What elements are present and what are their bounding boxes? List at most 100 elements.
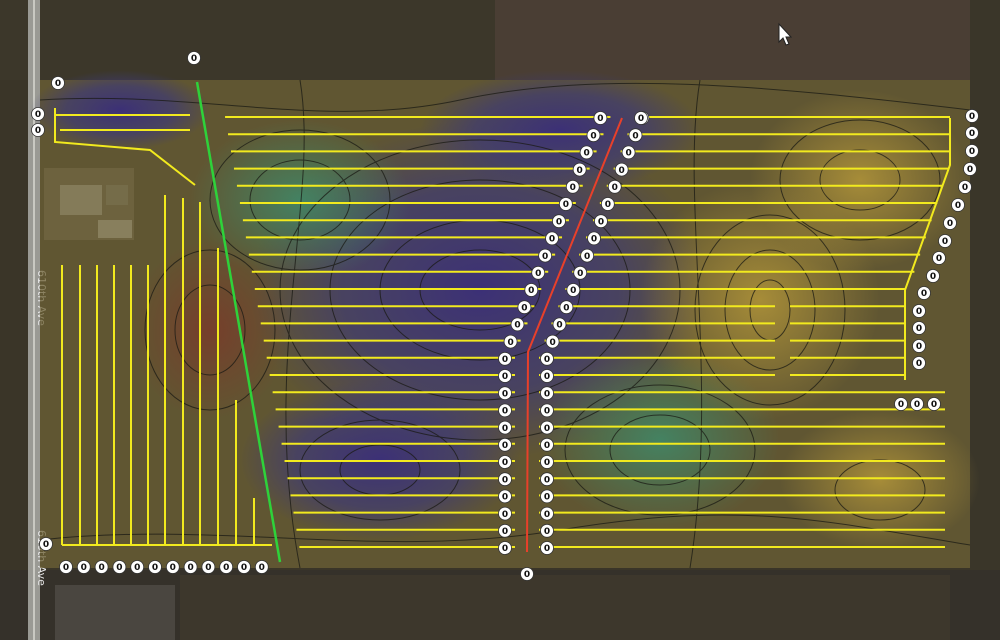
outlet-marker-icon[interactable]: 0 — [187, 51, 201, 65]
outlet-marker-icon[interactable]: 0 — [148, 560, 162, 574]
outlet-marker-icon[interactable]: 0 — [594, 214, 608, 229]
outlet-marker-icon[interactable]: 0 — [540, 420, 554, 435]
outlet-marker-icon[interactable]: 0 — [540, 472, 554, 487]
outlet-marker-icon[interactable]: 0 — [926, 269, 940, 283]
outlet-marker-icon[interactable]: 0 — [552, 214, 566, 229]
outlet-marker-icon[interactable]: 0 — [621, 145, 636, 160]
outlet-marker-icon[interactable]: 0 — [237, 560, 251, 574]
outlet-marker-label: 0 — [570, 286, 576, 296]
outlet-marker-icon[interactable]: 0 — [572, 162, 587, 177]
outlet-marker-icon[interactable]: 0 — [201, 560, 216, 574]
outlet-marker-icon[interactable]: 0 — [540, 506, 554, 521]
outlet-marker-icon[interactable]: 0 — [183, 560, 198, 574]
outlet-marker-label: 0 — [969, 147, 975, 157]
outlet-marker-icon[interactable]: 0 — [76, 560, 91, 574]
outlet-marker-icon[interactable]: 0 — [59, 560, 73, 574]
outlet-marker-icon[interactable]: 0 — [498, 489, 512, 504]
outlet-marker-icon[interactable]: 0 — [963, 162, 977, 176]
outlet-marker-icon[interactable]: 0 — [51, 76, 65, 90]
outlet-marker-icon[interactable]: 0 — [498, 506, 512, 521]
outlet-marker-icon[interactable]: 0 — [524, 283, 539, 297]
outlet-marker-icon[interactable]: 0 — [927, 397, 941, 411]
outlet-marker-icon[interactable]: 0 — [219, 560, 234, 574]
outlet-marker-icon[interactable]: 0 — [498, 455, 512, 469]
outlet-marker-icon[interactable]: 0 — [965, 144, 979, 158]
outlet-marker-icon[interactable]: 0 — [540, 455, 554, 469]
outlet-marker-icon[interactable]: 0 — [894, 397, 908, 411]
outlet-marker-icon[interactable]: 0 — [565, 179, 580, 194]
outlet-marker-icon[interactable]: 0 — [559, 300, 574, 315]
drainage-map[interactable]: 610th Ave 610th Ave — [0, 0, 1000, 640]
outlet-marker-icon[interactable]: 0 — [498, 437, 512, 452]
outlet-marker-label: 0 — [577, 166, 583, 176]
outlet-marker-icon[interactable]: 0 — [586, 128, 601, 143]
outlet-marker-icon[interactable]: 0 — [965, 109, 979, 123]
outlet-marker-icon[interactable]: 0 — [498, 472, 512, 487]
outlet-marker-icon[interactable]: 0 — [498, 386, 512, 401]
outlet-marker-label: 0 — [914, 400, 920, 410]
outlet-marker-icon[interactable]: 0 — [498, 369, 512, 383]
outlet-marker-label: 0 — [502, 458, 508, 468]
outlet-marker-label: 0 — [542, 252, 548, 262]
outlet-marker-icon[interactable]: 0 — [112, 560, 127, 574]
outlet-marker-icon[interactable]: 0 — [531, 265, 546, 280]
outlet-marker-icon[interactable]: 0 — [538, 248, 553, 263]
outlet-marker-icon[interactable]: 0 — [94, 560, 109, 574]
outlet-marker-icon[interactable]: 0 — [607, 179, 622, 194]
outlet-marker-icon[interactable]: 0 — [498, 523, 512, 538]
outlet-marker-icon[interactable]: 0 — [938, 234, 952, 248]
outlet-marker-icon[interactable]: 0 — [517, 300, 532, 315]
outlet-marker-icon[interactable]: 0 — [566, 283, 581, 297]
outlet-marker-label: 0 — [916, 307, 922, 317]
outlet-marker-icon[interactable]: 0 — [545, 231, 559, 246]
outlet-marker-icon[interactable]: 0 — [628, 128, 643, 143]
outlet-marker-icon[interactable]: 0 — [540, 403, 554, 418]
outlet-marker-icon[interactable]: 0 — [593, 111, 608, 125]
outlet-marker-icon[interactable]: 0 — [912, 356, 926, 370]
outlet-marker-icon[interactable]: 0 — [634, 111, 648, 125]
outlet-marker-icon[interactable]: 0 — [943, 216, 957, 230]
outlet-marker-icon[interactable]: 0 — [540, 437, 554, 452]
outlet-marker-icon[interactable]: 0 — [579, 145, 594, 160]
outlet-marker-icon[interactable]: 0 — [498, 403, 512, 418]
outlet-marker-icon[interactable]: 0 — [951, 198, 965, 212]
outlet-marker-icon[interactable]: 0 — [558, 197, 573, 211]
outlet-marker-icon[interactable]: 0 — [254, 560, 269, 574]
outlet-marker-icon[interactable]: 0 — [912, 339, 926, 353]
outlet-marker-icon[interactable]: 0 — [503, 334, 518, 349]
outlet-marker-icon[interactable]: 0 — [498, 420, 512, 435]
outlet-marker-icon[interactable]: 0 — [912, 321, 926, 335]
outlet-marker-icon[interactable]: 0 — [520, 567, 534, 581]
outlet-marker-icon[interactable]: 0 — [552, 317, 567, 332]
outlet-marker-icon[interactable]: 0 — [910, 397, 924, 411]
outlet-marker-icon[interactable]: 0 — [932, 251, 946, 265]
outlet-marker-icon[interactable]: 0 — [165, 560, 180, 574]
outlet-marker-icon[interactable]: 0 — [498, 541, 512, 555]
outlet-marker-icon[interactable]: 0 — [545, 334, 560, 349]
outlet-marker-icon[interactable]: 0 — [573, 265, 588, 280]
outlet-marker-icon[interactable]: 0 — [510, 317, 525, 332]
outlet-marker-icon[interactable]: 0 — [587, 231, 601, 246]
outlet-marker-icon[interactable]: 0 — [917, 286, 931, 300]
outlet-marker-icon[interactable]: 0 — [540, 541, 554, 555]
outlet-marker-label: 0 — [535, 269, 541, 279]
outlet-marker-icon[interactable]: 0 — [540, 386, 554, 401]
outlet-marker-icon[interactable]: 0 — [540, 489, 554, 504]
outlet-marker-icon[interactable]: 0 — [912, 304, 926, 318]
outlet-marker-icon[interactable]: 0 — [498, 351, 512, 366]
outlet-marker-icon[interactable]: 0 — [540, 351, 554, 366]
outlet-marker-label: 0 — [514, 321, 520, 331]
outlet-marker-icon[interactable]: 0 — [958, 180, 972, 194]
outlet-marker-icon[interactable]: 0 — [130, 560, 145, 574]
outlet-marker-label: 0 — [63, 563, 69, 573]
outlet-marker-icon[interactable]: 0 — [540, 523, 554, 538]
outlet-marker-label: 0 — [549, 338, 555, 348]
outlet-marker-icon[interactable]: 0 — [614, 162, 629, 177]
outlet-marker-icon[interactable]: 0 — [39, 537, 53, 551]
outlet-marker-icon[interactable]: 0 — [600, 197, 615, 211]
outlet-marker-icon[interactable]: 0 — [965, 126, 979, 140]
outlet-marker-icon[interactable]: 0 — [31, 123, 45, 137]
outlet-marker-icon[interactable]: 0 — [540, 369, 554, 383]
outlet-marker-icon[interactable]: 0 — [580, 248, 595, 263]
outlet-marker-icon[interactable]: 0 — [31, 107, 45, 121]
